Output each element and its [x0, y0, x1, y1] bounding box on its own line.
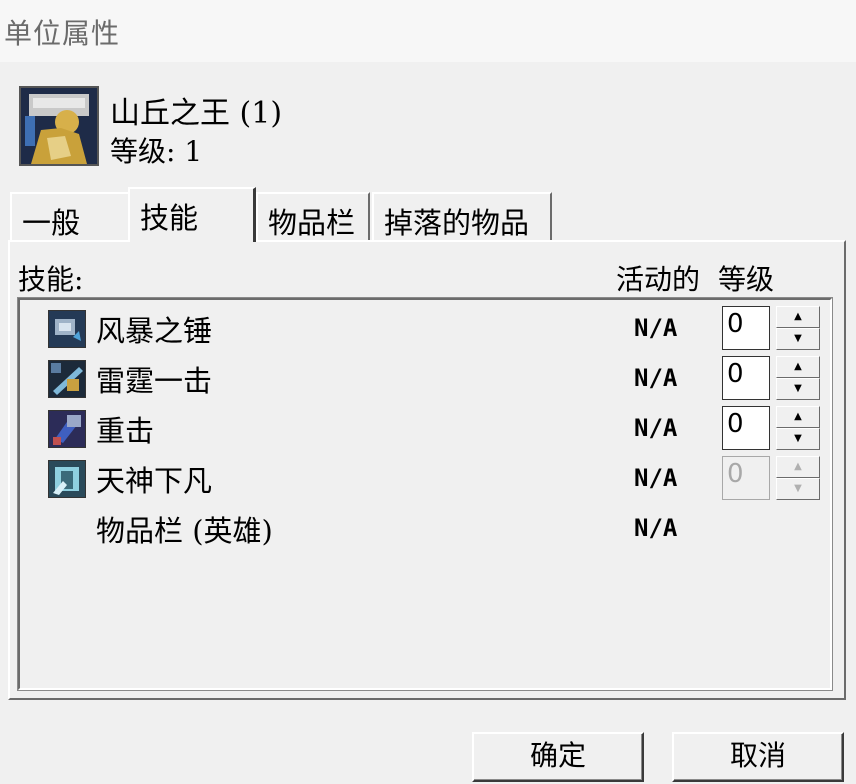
skill-level-input[interactable]: 0	[722, 406, 770, 450]
skill-name: 重击	[96, 414, 155, 448]
skill-row-thunder-clap[interactable]: 雷霆一击 N/A 0 ▲ ▼	[20, 354, 830, 402]
skill-level-input: 0	[722, 456, 770, 500]
avatar-icon	[48, 460, 86, 498]
spin-down-button: ▼	[776, 478, 820, 500]
column-header-active: 活动的	[616, 263, 701, 296]
spin-up-button[interactable]: ▲	[776, 406, 820, 428]
ok-button[interactable]: 确定	[472, 732, 644, 782]
skill-level-input[interactable]: 0	[722, 356, 770, 400]
bash-icon	[48, 410, 86, 448]
skill-active-value: N/A	[634, 514, 678, 542]
skill-active-value: N/A	[634, 464, 678, 492]
skill-level-spinner[interactable]: ▲ ▼	[776, 356, 820, 400]
skill-row-avatar[interactable]: 天神下凡 N/A 0 ▲ ▼	[20, 454, 830, 502]
tab-inventory[interactable]: 物品栏	[256, 192, 370, 242]
skill-level-spinner[interactable]: ▲ ▼	[776, 306, 820, 350]
skill-name: 物品栏 (英雄)	[96, 514, 273, 548]
spin-down-button[interactable]: ▼	[776, 378, 820, 400]
hero-portrait-icon	[19, 86, 99, 166]
spin-up-button: ▲	[776, 456, 820, 478]
spin-down-button[interactable]: ▼	[776, 328, 820, 350]
tab-dropped-items[interactable]: 掉落的物品	[372, 192, 552, 242]
unit-level: 等级: 1	[110, 135, 203, 168]
skill-row-bash[interactable]: 重击 N/A 0 ▲ ▼	[20, 404, 830, 452]
spin-up-button[interactable]: ▲	[776, 356, 820, 378]
thunder-clap-icon	[48, 360, 86, 398]
skill-name: 雷霆一击	[96, 364, 213, 398]
skills-list-label: 技能:	[18, 263, 84, 296]
skill-row-inventory-hero[interactable]: 物品栏 (英雄) N/A	[20, 504, 830, 552]
skill-name: 天神下凡	[96, 464, 213, 498]
skill-row-storm-bolt[interactable]: 风暴之锤 N/A 0 ▲ ▼	[20, 304, 830, 352]
unit-name: 山丘之王 (1)	[110, 96, 283, 131]
skill-level-input[interactable]: 0	[722, 306, 770, 350]
skill-active-value: N/A	[634, 364, 678, 392]
skill-level-spinner[interactable]: ▲ ▼	[776, 406, 820, 450]
tab-general[interactable]: 一般	[10, 192, 128, 242]
cancel-button[interactable]: 取消	[672, 732, 844, 782]
column-header-level: 等级	[718, 263, 775, 296]
title-bar: 单位属性	[0, 0, 856, 62]
skill-active-value: N/A	[634, 414, 678, 442]
window-title: 单位属性	[4, 17, 121, 50]
storm-bolt-icon	[48, 310, 86, 348]
skill-name: 风暴之锤	[96, 314, 213, 348]
skills-list: 风暴之锤 N/A 0 ▲ ▼ 雷霆一击 N/A 0 ▲ ▼ 重击 N/A 0 ▲…	[17, 297, 833, 691]
spin-down-button[interactable]: ▼	[776, 428, 820, 450]
skill-level-spinner: ▲ ▼	[776, 456, 820, 500]
spin-up-button[interactable]: ▲	[776, 306, 820, 328]
skill-active-value: N/A	[634, 314, 678, 342]
tab-skills[interactable]: 技能	[128, 187, 256, 242]
